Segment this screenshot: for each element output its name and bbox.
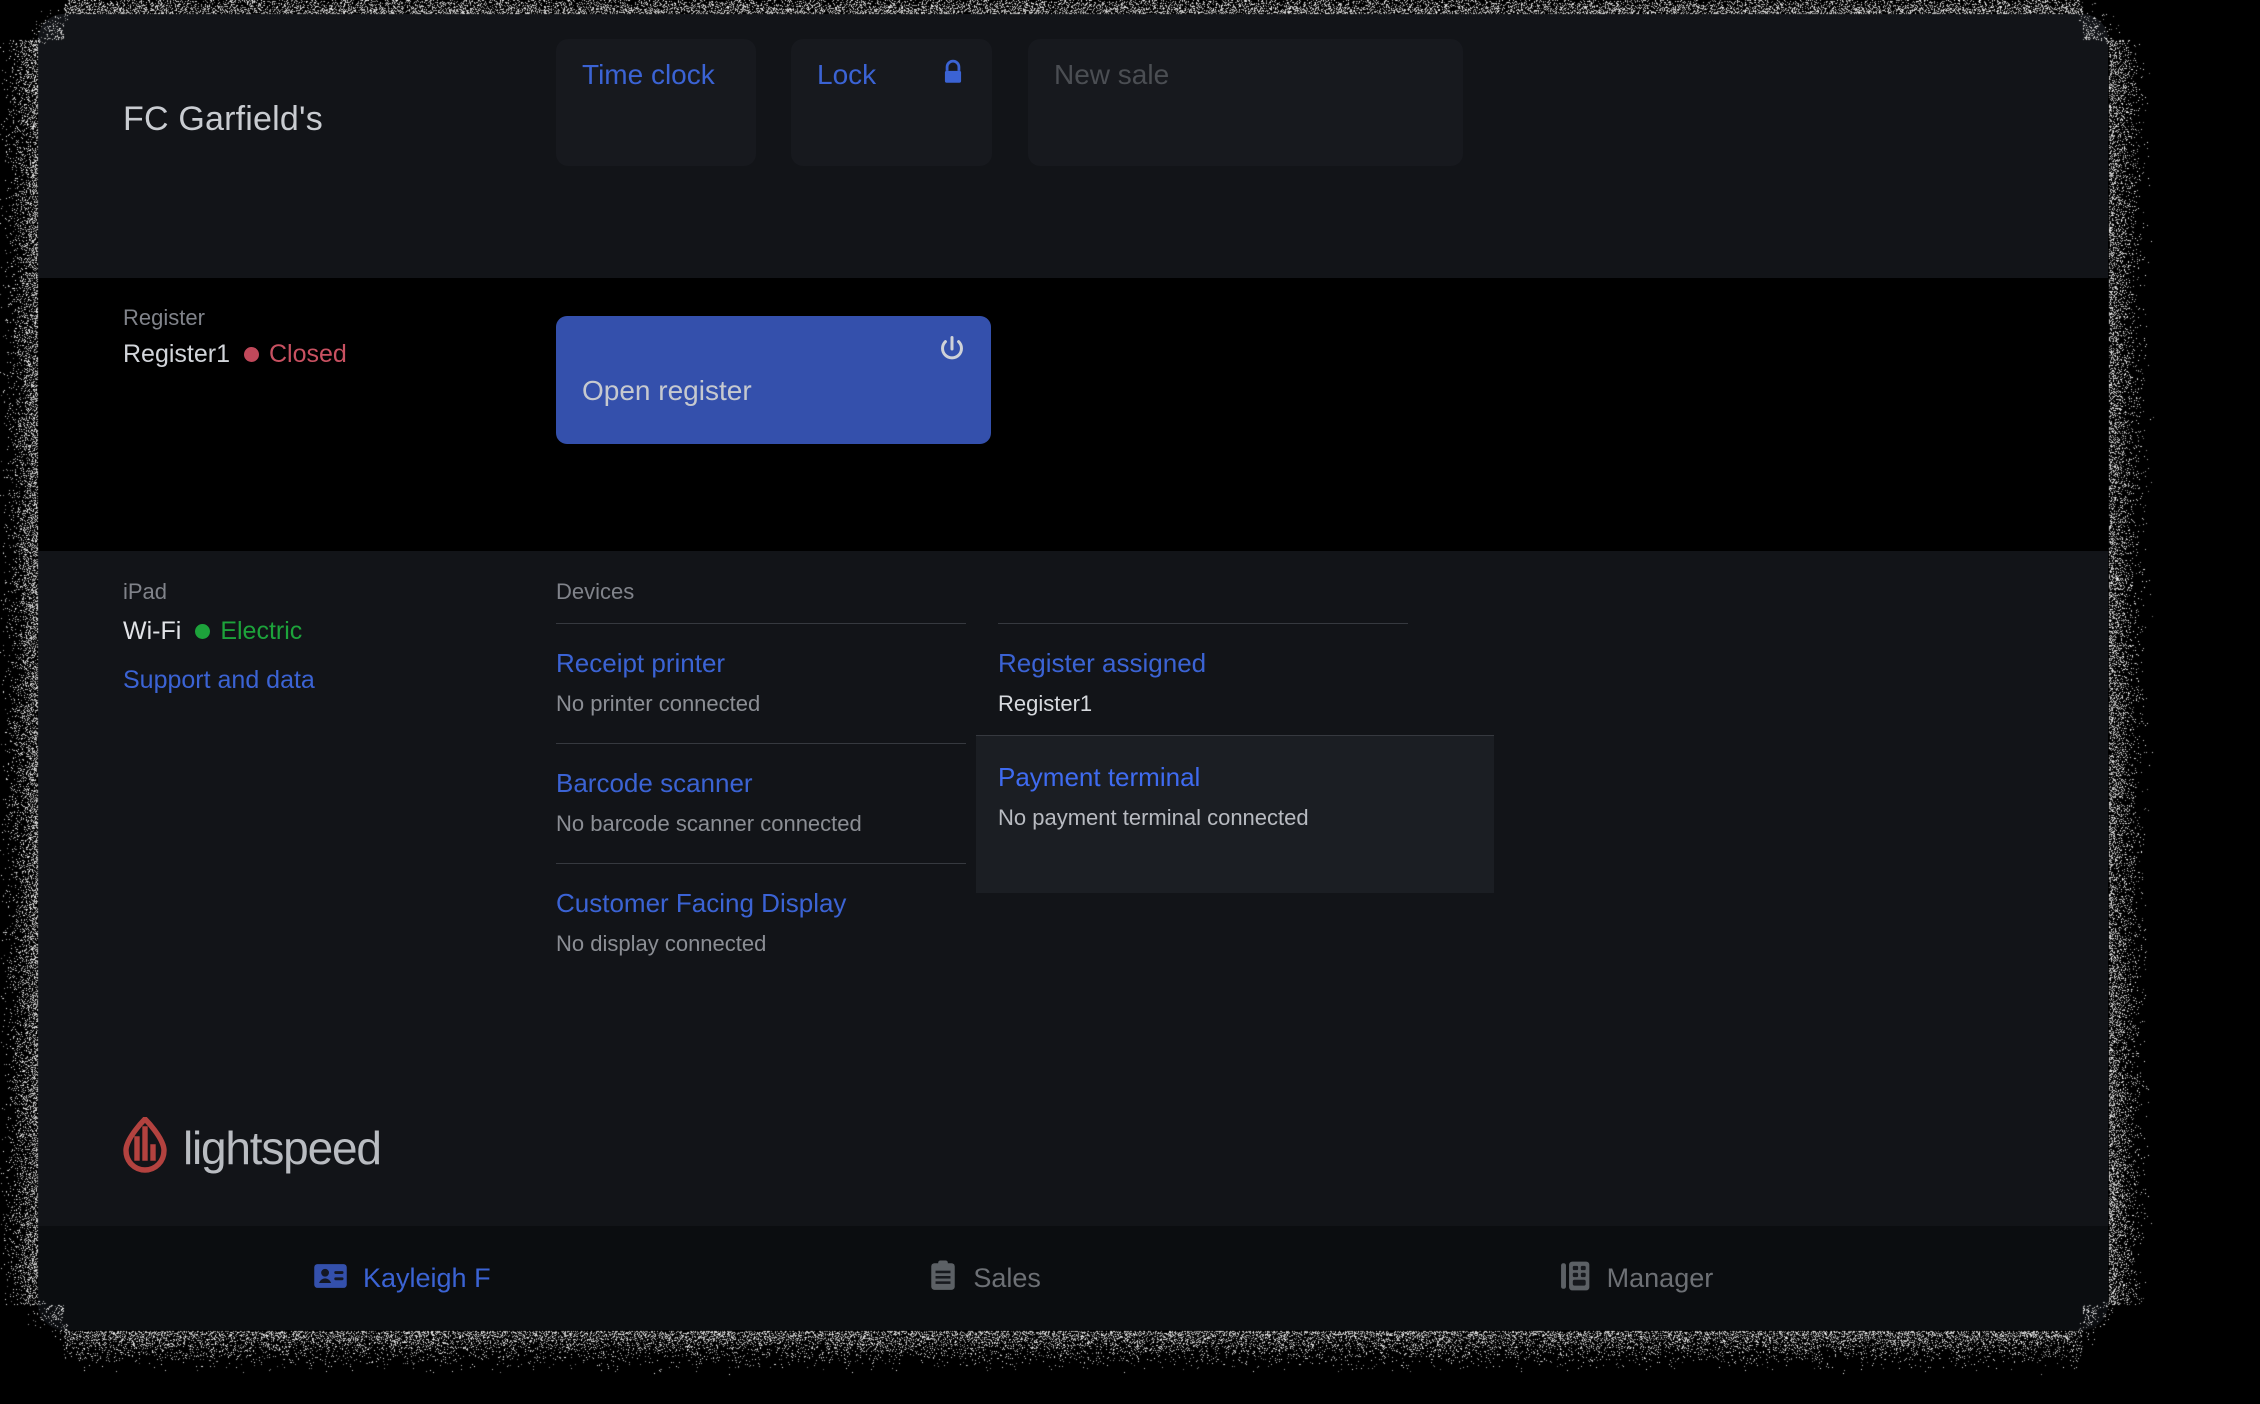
devices-section-label: Devices [556,551,966,605]
ipad-column: iPad Wi-Fi Electric Support and data [123,551,523,695]
lightspeed-flame-icon [123,1117,167,1178]
header-bar: FC Garfield's Time clock Lock New sale [38,14,2108,278]
calculator-icon [1561,1260,1591,1297]
customer-facing-display-status: No display connected [556,931,966,957]
user-badge-icon [314,1263,347,1294]
device-row-payment-terminal[interactable]: Payment terminal No payment terminal con… [976,735,1494,893]
payment-terminal-link[interactable]: Payment terminal [998,762,1472,793]
connection-type-label: Wi-Fi [123,617,181,646]
new-sale-button[interactable]: New sale [1028,39,1463,166]
nav-item-manager[interactable]: Manager [1477,1226,2108,1330]
nav-label-user: Kayleigh F [363,1263,491,1294]
devices-section: iPad Wi-Fi Electric Support and data Dev… [38,551,2108,1330]
wifi-status-row: Wi-Fi Electric [123,617,523,646]
time-clock-button[interactable]: Time clock [556,39,756,166]
lightspeed-logo: lightspeed [123,1117,381,1178]
lock-icon [940,59,966,87]
payment-terminal-status: No payment terminal connected [998,805,1472,831]
receipt-printer-link[interactable]: Receipt printer [556,648,966,679]
status-dot-icon [244,347,259,362]
new-sale-label: New sale [1054,59,1169,90]
register-name: Register1 [123,340,230,369]
device-row-receipt-printer[interactable]: Receipt printer No printer connected [556,623,966,743]
lightspeed-wordmark: lightspeed [183,1121,381,1175]
register-section-label: Register [123,305,205,331]
ipad-section-label: iPad [123,551,523,605]
nav-item-sales[interactable]: Sales [861,1226,1476,1330]
devices-column: Devices Receipt printer No printer conne… [556,551,966,983]
open-register-button[interactable]: Open register [556,316,991,444]
register-status-badge: Closed [269,340,347,369]
time-clock-label: Time clock [582,59,715,90]
register-assigned-link[interactable]: Register assigned [998,648,1408,679]
barcode-scanner-status: No barcode scanner connected [556,811,966,837]
clipboard-icon [929,1260,957,1297]
customer-facing-display-link[interactable]: Customer Facing Display [556,888,966,919]
bottom-navigation-bar: Kayleigh F Sales [38,1226,2108,1330]
device-row-register-assigned[interactable]: Register assigned Register1 [998,623,1408,743]
power-icon [938,334,966,364]
receipt-printer-status: No printer connected [556,691,966,717]
register-info-column: Register assigned Register1 Payment term… [998,551,1408,893]
support-and-data-link[interactable]: Support and data [123,666,315,695]
device-row-barcode-scanner[interactable]: Barcode scanner No barcode scanner conne… [556,743,966,863]
pos-app-window: FC Garfield's Time clock Lock New sale R… [38,14,2108,1330]
open-register-label: Open register [582,375,752,406]
lock-label: Lock [817,59,876,90]
wifi-status-dot-icon [195,624,210,639]
lock-button[interactable]: Lock [791,39,992,166]
nav-label-sales: Sales [973,1263,1041,1294]
barcode-scanner-link[interactable]: Barcode scanner [556,768,966,799]
register-assigned-value: Register1 [998,691,1408,717]
nav-item-user[interactable]: Kayleigh F [38,1226,861,1330]
register-info-list: Register assigned Register1 Payment term… [998,623,1408,893]
devices-list: Receipt printer No printer connected Bar… [556,623,966,983]
register-status-row: Register1 Closed [123,340,347,369]
register-section: Register Register1 Closed Open register [38,278,2108,551]
device-row-customer-facing-display[interactable]: Customer Facing Display No display conne… [556,863,966,983]
network-name: Electric [220,617,302,646]
store-title: FC Garfield's [123,100,323,139]
nav-label-manager: Manager [1607,1263,1714,1294]
